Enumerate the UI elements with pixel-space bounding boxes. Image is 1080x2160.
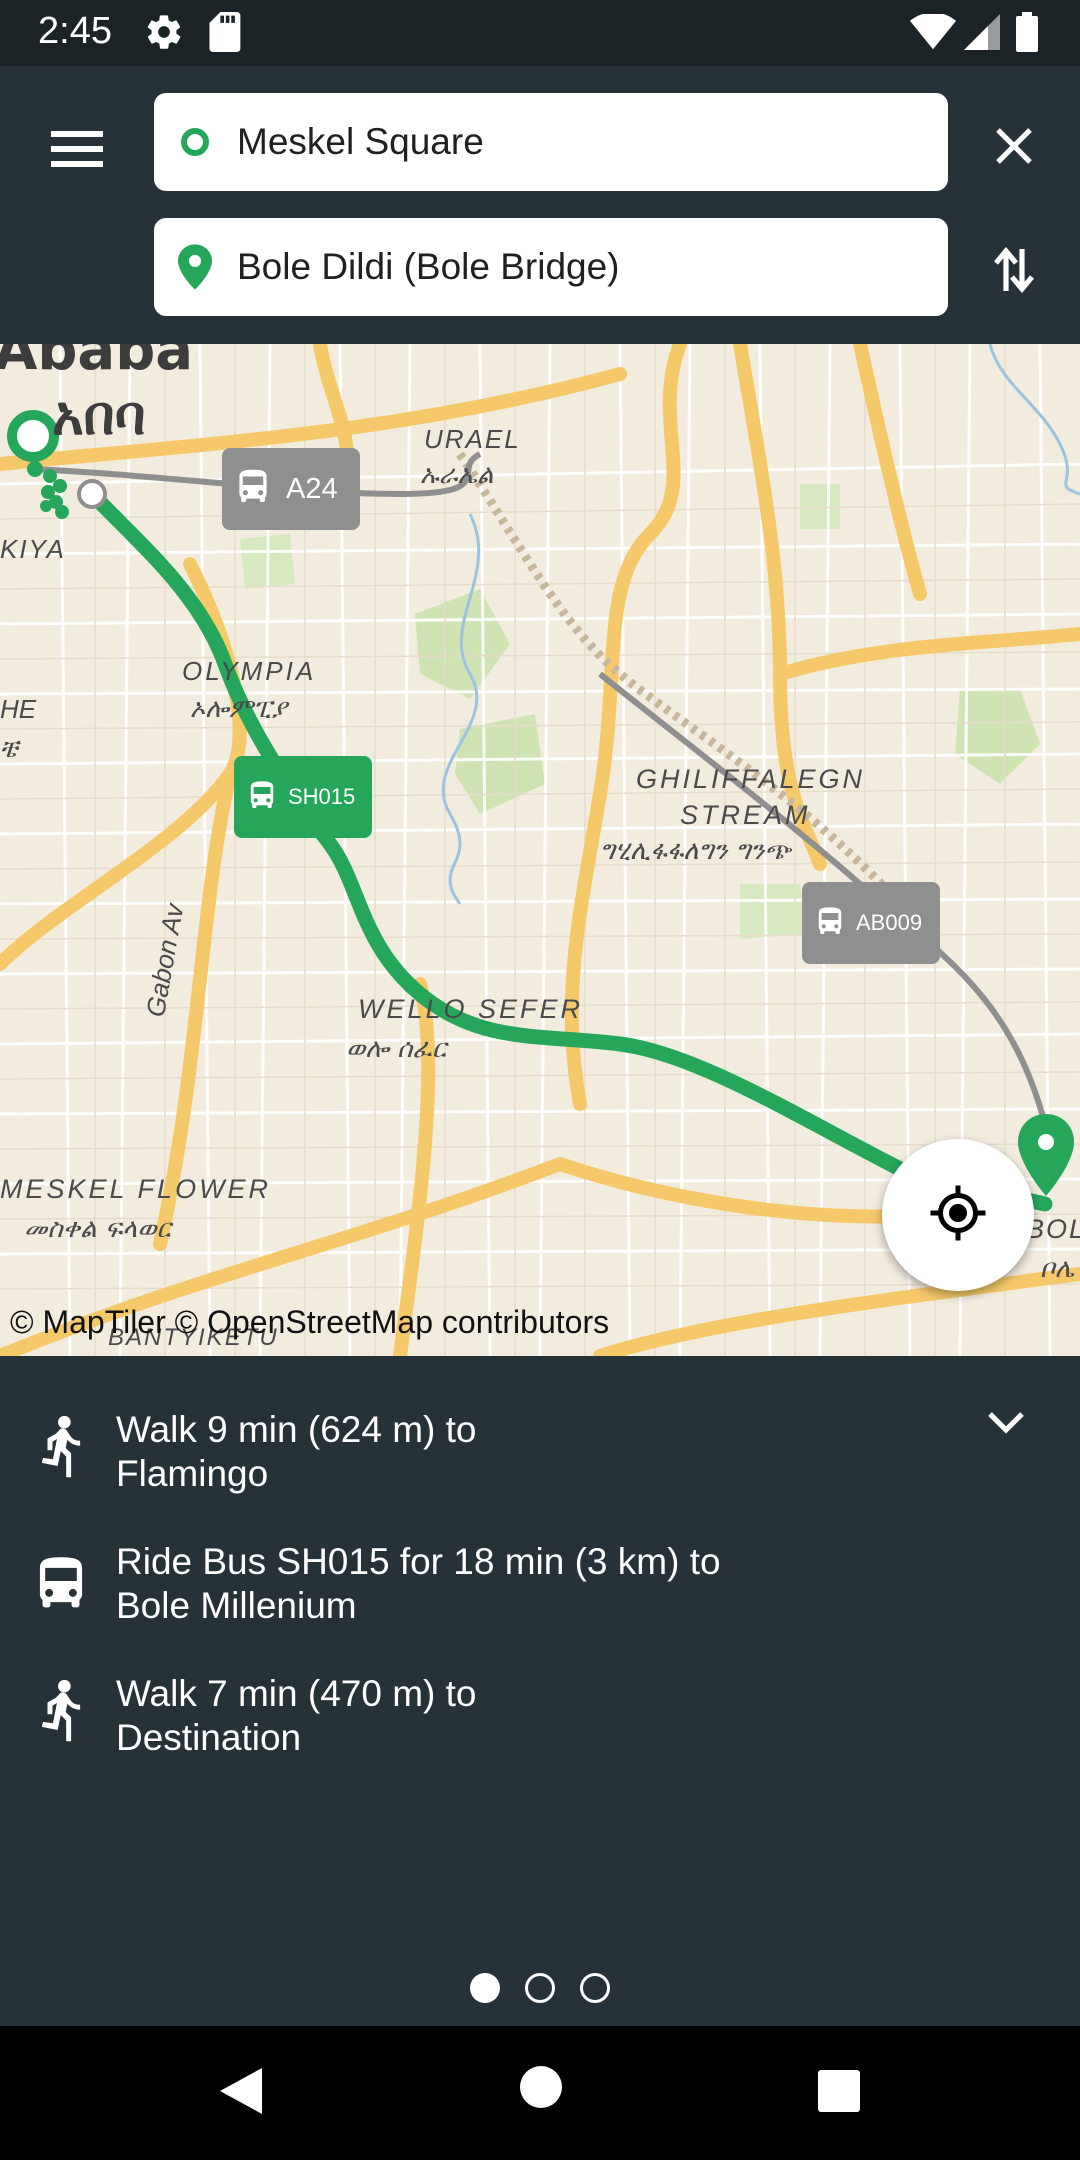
place-label: BOL	[1026, 1214, 1080, 1244]
place-label: URAEL	[424, 424, 521, 454]
place-label: ኡራኤል	[420, 460, 494, 490]
place-label: ግሂሊፋፋለግን ግንጭ	[600, 836, 791, 866]
place-label: STREAM	[680, 800, 811, 830]
gear-icon	[144, 12, 184, 57]
walk-icon	[34, 1414, 88, 1487]
bus-icon	[248, 778, 276, 816]
bus-icon	[816, 904, 844, 942]
hamburger-menu-icon[interactable]	[44, 116, 110, 182]
recents-icon[interactable]	[818, 2070, 860, 2117]
bus-icon	[34, 1552, 88, 1615]
home-icon[interactable]	[520, 2066, 562, 2113]
itinerary-steps: Walk 9 min (624 m) to Flamingo Ride Bus …	[0, 1356, 1080, 2026]
my-location-button[interactable]	[882, 1139, 1034, 1291]
battery-icon	[1016, 12, 1038, 57]
route-search-header: Meskel Square Bole Dildi (Bole Bridge)	[0, 66, 1080, 344]
map-view[interactable]: Ababa አበባ URAEL ኡራኤል KIYA OLYMPIA ኦሎምፒያ …	[0, 344, 1080, 1356]
place-label: መስቀል ፍላወር	[24, 1214, 171, 1244]
chevron-down-icon[interactable]	[986, 1410, 1026, 1441]
bus-icon	[236, 466, 270, 512]
wifi-icon	[910, 12, 956, 55]
origin-circle-icon	[178, 125, 212, 164]
walk-icon	[34, 1678, 88, 1751]
route-badge-label: SH015	[288, 784, 356, 809]
route-badge-label: AB009	[856, 910, 923, 935]
place-label: Ababa	[0, 344, 194, 383]
place-label: OLYMPIA	[182, 656, 317, 686]
destination-field[interactable]: Bole Dildi (Bole Bridge)	[154, 218, 948, 316]
step-line-2: Destination	[116, 1717, 302, 1758]
place-label: ቼ	[0, 734, 18, 764]
route-badge-a24[interactable]: A24	[222, 448, 360, 530]
page-indicator	[0, 1973, 1080, 2013]
step-line-1: Walk 7 min (470 m) to	[116, 1673, 477, 1714]
place-label: አበባ	[52, 384, 146, 447]
location-pin-icon	[178, 244, 212, 295]
place-label: Gabon Av	[140, 901, 190, 1020]
page-dot[interactable]	[525, 1973, 555, 2003]
place-label: ኦሎምፒያ	[190, 694, 288, 724]
place-label: GHILIFFALEGN	[636, 764, 866, 794]
sd-card-icon	[206, 12, 242, 57]
origin-field[interactable]: Meskel Square	[154, 93, 948, 191]
page-dot-active[interactable]	[470, 1973, 500, 2003]
status-bar: 2:45	[0, 0, 1080, 66]
swap-vertical-icon[interactable]	[984, 240, 1044, 300]
route-badge-ab009[interactable]: AB009	[802, 882, 940, 964]
signal-icon	[964, 14, 1000, 55]
status-time: 2:45	[38, 10, 112, 52]
place-label: WELLO SEFER	[358, 994, 584, 1024]
place-label: ወሎ ሰፈር	[346, 1034, 447, 1064]
origin-label: Meskel Square	[237, 121, 484, 162]
route-badge-label: A24	[286, 472, 338, 505]
system-nav-bar	[0, 2026, 1080, 2160]
map-attribution[interactable]: © MapTiler © OpenStreetMap contributors	[10, 1304, 609, 1341]
route-badge-sh015[interactable]: SH015	[234, 756, 372, 838]
place-label: HE	[0, 694, 37, 724]
step-line-2: Flamingo	[116, 1453, 269, 1494]
my-location-icon	[928, 1183, 988, 1248]
place-label: MESKEL FLOWER	[0, 1174, 272, 1204]
step-line-1: Ride Bus SH015 for 18 min (3 km) to	[116, 1541, 721, 1582]
step-line-2: Bole Millenium	[116, 1585, 357, 1626]
destination-label: Bole Dildi (Bole Bridge)	[237, 246, 620, 287]
close-icon[interactable]	[984, 116, 1044, 176]
back-icon[interactable]	[218, 2066, 264, 2121]
place-label: ቦሌ	[1040, 1254, 1075, 1284]
place-label: KIYA	[0, 534, 66, 564]
step-line-1: Walk 9 min (624 m) to	[116, 1409, 477, 1450]
page-dot[interactable]	[580, 1973, 610, 2003]
